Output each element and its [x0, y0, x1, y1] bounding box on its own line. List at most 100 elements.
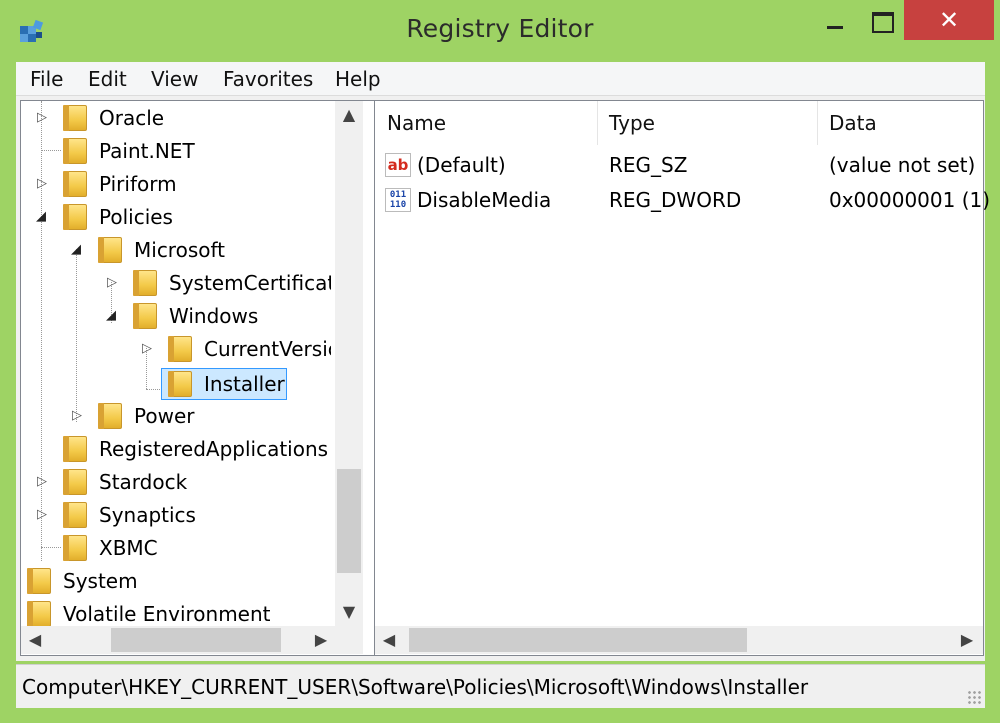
expand-arrow-icon[interactable]: ▷ [37, 467, 47, 497]
tree-item-stardock[interactable]: ▷ Stardock [21, 467, 331, 497]
expand-arrow-icon[interactable]: ▷ [37, 169, 47, 199]
folder-icon [63, 138, 87, 164]
scroll-right-icon[interactable]: ▶ [307, 626, 335, 654]
tree-item-label: Installer [204, 372, 285, 396]
value-type: REG_DWORD [609, 188, 742, 212]
tree-horizontal-scrollbar[interactable]: ◀ ▶ [21, 626, 335, 654]
menu-file[interactable]: File [30, 67, 63, 91]
folder-icon [63, 204, 87, 230]
tree-item-currentversion[interactable]: ▷ CurrentVersic [21, 334, 331, 364]
scroll-down-icon[interactable]: ▼ [335, 598, 363, 626]
values-list-pane[interactable]: Name Type Data ab (Default) REG_SZ (valu… [374, 100, 990, 656]
expand-arrow-icon[interactable]: ▷ [142, 334, 152, 364]
tree-vertical-scroll-thumb[interactable] [337, 469, 361, 573]
resize-grip-icon[interactable] [967, 690, 981, 704]
tree-item-label: Stardock [99, 470, 188, 494]
menu-edit[interactable]: Edit [88, 67, 127, 91]
tree-item-system[interactable]: System [21, 566, 331, 596]
expand-arrow-icon[interactable]: ▷ [107, 268, 117, 298]
column-header-type[interactable]: Type [597, 101, 817, 145]
folder-icon [168, 371, 192, 397]
tree-item-label: System [63, 569, 138, 593]
collapse-arrow-icon[interactable]: ▷ [37, 103, 47, 133]
value-data: (value not set) [829, 153, 976, 177]
client-area: ▷ Oracle Paint.NET ▷ Piriform ◢ Policies [16, 96, 990, 661]
folder-icon [27, 568, 51, 594]
tree-item-label: Windows [169, 304, 259, 328]
collapse-arrow-icon[interactable]: ◢ [71, 235, 81, 265]
folder-icon [63, 502, 87, 528]
binary-value-icon: 011 110 [385, 188, 411, 212]
menu-bar: File Edit View Favorites Help [16, 62, 985, 96]
string-value-icon: ab [385, 153, 411, 177]
key-tree-pane[interactable]: ▷ Oracle Paint.NET ▷ Piriform ◢ Policies [20, 100, 379, 656]
folder-icon [27, 601, 51, 627]
maximize-button[interactable] [858, 0, 904, 40]
scroll-left-icon[interactable]: ◀ [21, 626, 49, 654]
tree-item-microsoft[interactable]: ◢ Microsoft [21, 235, 331, 265]
tree-item-power[interactable]: ▷ Power [21, 401, 331, 431]
folder-icon [168, 336, 192, 362]
folder-icon [133, 270, 157, 296]
menu-help[interactable]: Help [335, 67, 381, 91]
scroll-up-icon[interactable]: ▲ [335, 101, 363, 129]
menu-favorites[interactable]: Favorites [223, 67, 313, 91]
expand-arrow-icon[interactable]: ▷ [72, 401, 82, 431]
scroll-right-icon[interactable]: ▶ [953, 626, 981, 654]
close-button[interactable]: ✕ [904, 0, 994, 40]
values-horizontal-scroll-thumb[interactable] [409, 628, 747, 652]
title-bar[interactable]: Registry Editor ✕ [0, 0, 1000, 62]
values-horizontal-scrollbar[interactable]: ◀ ▶ [375, 626, 983, 654]
scroll-left-icon[interactable]: ◀ [375, 626, 403, 654]
tree-item-oracle[interactable]: ▷ Oracle [21, 103, 331, 133]
tree-item-systemcertificate[interactable]: ▷ SystemCertificate [21, 268, 331, 298]
minimize-button[interactable] [812, 0, 858, 40]
tree-item-installer[interactable]: Installer [21, 369, 331, 399]
folder-icon [63, 105, 87, 131]
value-name: DisableMedia [417, 188, 552, 212]
collapse-arrow-icon[interactable]: ◢ [106, 301, 116, 331]
tree-item-paint-net[interactable]: Paint.NET [21, 136, 331, 166]
tree-item-label: Policies [99, 205, 173, 229]
scrollbar-corner [335, 626, 363, 654]
status-bar: Computer\HKEY_CURRENT_USER\Software\Poli… [16, 664, 985, 708]
folder-icon [63, 171, 87, 197]
folder-icon [63, 436, 87, 462]
folder-icon [98, 403, 122, 429]
tree-item-synaptics[interactable]: ▷ Synaptics [21, 500, 331, 530]
tree-item-label: RegisteredApplications [99, 437, 329, 461]
expand-arrow-icon[interactable]: ▷ [37, 500, 47, 530]
tree-vertical-scrollbar[interactable]: ▲ ▼ [335, 101, 363, 626]
value-row-default[interactable]: ab (Default) REG_SZ (value not set) [375, 148, 975, 182]
collapse-arrow-icon[interactable]: ◢ [36, 202, 46, 232]
folder-icon [98, 237, 122, 263]
value-type: REG_SZ [609, 153, 688, 177]
tree-item-xbmc[interactable]: XBMC [21, 533, 331, 563]
tree-item-policies[interactable]: ◢ Policies [21, 202, 331, 232]
folder-icon [63, 535, 87, 561]
column-header-data[interactable]: Data [817, 101, 983, 145]
tree-item-label: Piriform [99, 172, 177, 196]
tree-item-label: Volatile Environment [63, 602, 271, 626]
registry-editor-window: Registry Editor ✕ File Edit View Favorit… [0, 0, 1000, 723]
tree-item-label: Synaptics [99, 503, 196, 527]
tree-item-label: Power [134, 404, 195, 428]
value-data: 0x00000001 (1) [829, 188, 991, 212]
tree-item-volatile-environment[interactable]: Volatile Environment [21, 599, 331, 629]
tree-item-windows[interactable]: ◢ Windows [21, 301, 331, 331]
column-header-name[interactable]: Name [375, 101, 597, 145]
value-name: (Default) [417, 153, 506, 177]
tree-item-piriform[interactable]: ▷ Piriform [21, 169, 331, 199]
tree-item-label: CurrentVersic [204, 337, 331, 361]
tree-item-label: Oracle [99, 106, 165, 130]
value-row-disablemedia[interactable]: 011 110 DisableMedia REG_DWORD 0x00000001… [375, 183, 990, 217]
tree-item-registeredapplications[interactable]: RegisteredApplications [21, 434, 331, 464]
tree-horizontal-scroll-thumb[interactable] [111, 628, 281, 652]
tree-item-label: SystemCertificate [169, 271, 331, 295]
tree-item-label: XBMC [99, 536, 158, 560]
tree-item-label: Paint.NET [99, 139, 195, 163]
tree-item-label: Microsoft [134, 238, 226, 262]
folder-icon [63, 469, 87, 495]
menu-view[interactable]: View [151, 67, 198, 91]
current-key-path: Computer\HKEY_CURRENT_USER\Software\Poli… [22, 675, 809, 699]
